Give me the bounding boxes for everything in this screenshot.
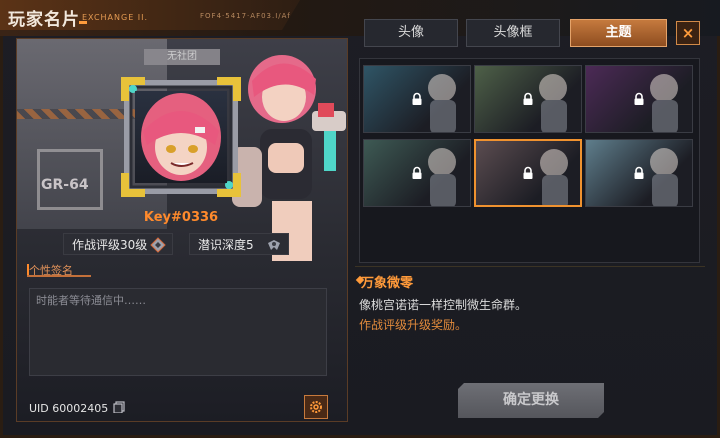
- lock-icon: [412, 92, 422, 105]
- selected-theme-description: 像桃宫诺诺一样控制微生命群。: [359, 298, 528, 312]
- lock-icon: [634, 92, 644, 105]
- settings-button[interactable]: [304, 395, 328, 419]
- combat-rank-badge: 作战评级30级: [63, 233, 173, 255]
- club-badge: 无社团: [144, 49, 220, 65]
- avatar: [135, 91, 227, 183]
- tab-avatar[interactable]: 头像: [364, 19, 458, 47]
- theme-thumbnail-3[interactable]: [585, 65, 693, 133]
- gear-icon: [310, 401, 322, 413]
- close-button[interactable]: ×: [676, 21, 700, 45]
- theme-thumbnail-2[interactable]: [474, 65, 582, 133]
- theme-thumbnail-5[interactable]: [474, 139, 582, 207]
- signature-underline: [27, 275, 91, 277]
- tab-theme[interactable]: 主题: [570, 19, 667, 47]
- signature-placeholder: 时能者等待通信中……: [36, 294, 146, 307]
- lock-icon: [523, 92, 533, 105]
- confirm-change-button[interactable]: 确定更换: [458, 383, 604, 418]
- window-code: FOF4·5417·AF03.I/Af: [200, 12, 291, 20]
- lock-icon: [523, 166, 533, 179]
- theme-thumbnail-1[interactable]: [363, 65, 471, 133]
- signature-input[interactable]: 时能者等待通信中……: [29, 288, 327, 376]
- player-name: Key#0336: [143, 210, 219, 225]
- lock-icon: [412, 166, 422, 179]
- rank-emblem-icon: [150, 237, 166, 253]
- tab-avatar-frame[interactable]: 头像框: [466, 19, 560, 47]
- divider: [355, 266, 705, 267]
- dive-depth-badge: 潜识深度5: [189, 233, 289, 255]
- selected-theme-unlock-condition: 作战评级升级奖励。: [359, 318, 468, 332]
- lock-icon: [634, 166, 644, 179]
- combat-rank-label: 作战评级30级: [72, 238, 148, 252]
- wings-emblem-icon: [268, 240, 280, 250]
- window-title: 玩家名片: [8, 10, 80, 30]
- selected-theme-name: 万象微零: [361, 276, 414, 291]
- tab-bar: 头像 头像框 主题: [364, 19, 667, 47]
- window-subtitle: EXCHANGE II.: [82, 13, 149, 22]
- copy-icon[interactable]: [113, 401, 125, 413]
- background-sign-text: GR-64: [41, 177, 89, 193]
- profile-card: GR-64 无社团 Key#0336 作战评级30级 潜识深度5 个性签名 时能…: [16, 38, 348, 422]
- theme-thumbnail-6[interactable]: [585, 139, 693, 207]
- dive-depth-label: 潜识深度5: [198, 238, 254, 252]
- theme-thumbnail-4[interactable]: [363, 139, 471, 207]
- avatar-frame[interactable]: [121, 77, 241, 197]
- uid-label: UID 60002405: [29, 402, 109, 415]
